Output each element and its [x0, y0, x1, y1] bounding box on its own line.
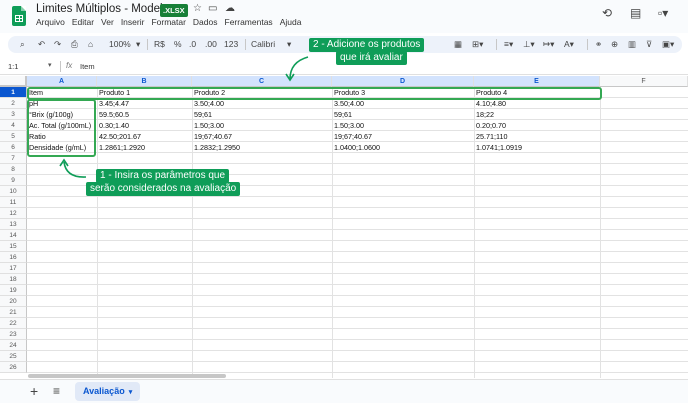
parameters-callout-line2: serão considerados na avaliação — [90, 183, 237, 194]
horizontal-scrollbar[interactable] — [28, 374, 226, 378]
all-sheets-icon[interactable]: ≡ — [53, 385, 60, 397]
products-callout-second: que irá avaliar — [336, 51, 407, 65]
products-callout-line1: 2 - Adicione os produtos — [313, 39, 421, 50]
sheet-tab-label: Avaliação — [83, 386, 125, 396]
products-callout: 2 - Adicione os produtos — [309, 38, 425, 52]
sheet-tab-bar: + ≡ Avaliação ▾ — [0, 379, 688, 403]
products-callout-line2: que irá avaliar — [340, 52, 403, 63]
add-sheet-icon[interactable]: + — [30, 384, 38, 398]
chevron-down-icon[interactable]: ▾ — [129, 389, 133, 396]
parameters-callout: 1 - Insira os parâmetros que — [96, 169, 230, 183]
parameters-callout-second: serão considerados na avaliação — [86, 182, 241, 196]
parameters-callout-line1: 1 - Insira os parâmetros que — [100, 170, 226, 181]
sheet-tab-avaliacao[interactable]: Avaliação ▾ — [75, 382, 141, 401]
